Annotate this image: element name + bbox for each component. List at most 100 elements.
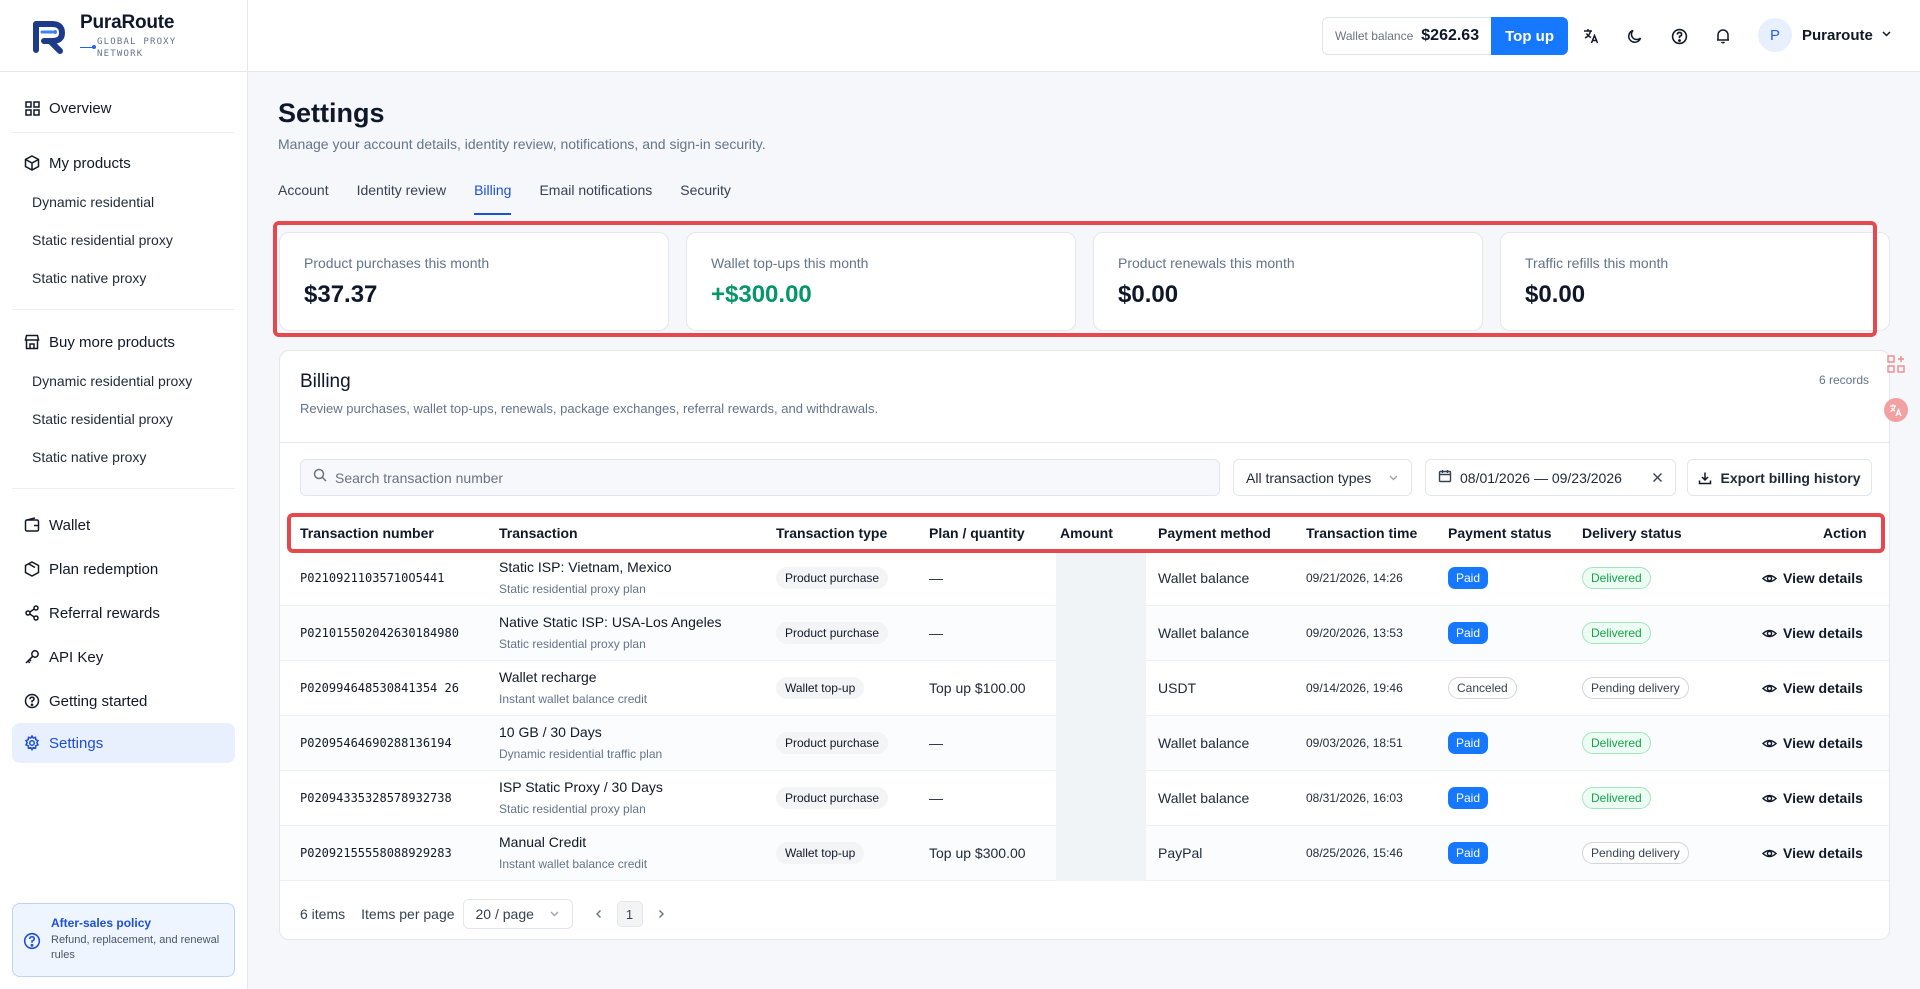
payment-status-badge: Paid — [1448, 622, 1489, 644]
box-icon — [24, 155, 40, 171]
help-circle-icon — [23, 932, 41, 964]
moon-icon[interactable] — [1625, 26, 1645, 46]
transaction-time: 09/14/2026, 19:46 — [1306, 681, 1403, 695]
amount-redacted — [1056, 826, 1146, 881]
apps-icon[interactable] — [1882, 350, 1910, 378]
sidebar-item-referral-rewards[interactable]: Referral rewards — [12, 591, 235, 635]
view-details-button[interactable]: View details — [1762, 680, 1863, 696]
sidebar-item-label: API Key — [49, 648, 104, 666]
page-size-select[interactable]: 20 / page — [462, 899, 573, 929]
transaction-number: P02094335328578932738 — [300, 791, 452, 805]
sidebar-item-static-residential-proxy[interactable]: Static residential proxy — [12, 221, 235, 259]
sidebar-item-label: Getting started — [49, 692, 148, 710]
stat-label: Product purchases this month — [304, 255, 490, 271]
plan-quantity: — — [929, 625, 943, 641]
column-header: Action — [1823, 525, 1867, 541]
wallet-icon — [24, 517, 40, 533]
transaction-time: 09/21/2026, 14:26 — [1306, 571, 1403, 585]
tab-identity-review[interactable]: Identity review — [357, 182, 446, 214]
transaction-time: 08/31/2026, 16:03 — [1306, 791, 1403, 805]
bell-icon[interactable] — [1713, 26, 1733, 46]
tab-billing[interactable]: Billing — [474, 182, 512, 215]
share-icon — [24, 605, 40, 621]
sidebar-item-buy-static-residential-proxy[interactable]: Static residential proxy — [12, 400, 235, 438]
transaction-number: P020994648530841354 26 — [300, 681, 459, 695]
plan-quantity: — — [929, 570, 943, 586]
sidebar-item-static-native-proxy[interactable]: Static native proxy — [12, 259, 235, 297]
user-menu[interactable]: P Puraroute — [1758, 18, 1892, 52]
stat-value: $0.00 — [1118, 281, 1179, 308]
sidebar-item-wallet[interactable]: Wallet — [12, 503, 235, 547]
delivery-status-badge: Delivered — [1582, 732, 1651, 754]
view-details-button[interactable]: View details — [1762, 845, 1863, 861]
page-number[interactable]: 1 — [616, 901, 643, 927]
transaction-subtitle: Instant wallet balance credit — [499, 692, 648, 706]
date-range-picker[interactable]: 08/01/2026 — 09/23/2026 — [1425, 459, 1676, 496]
help-circle-icon[interactable] — [1669, 26, 1689, 46]
after-sales-policy-card[interactable]: After-sales policy Refund, replacement, … — [12, 903, 235, 977]
eye-icon — [1762, 736, 1777, 751]
translate-icon[interactable] — [1581, 26, 1601, 46]
page-size-value: 20 / page — [475, 906, 534, 922]
delivery-status-badge: Pending delivery — [1582, 677, 1689, 699]
column-header: Plan / quantity — [929, 525, 1025, 541]
policy-description: Refund, replacement, and renewal rules — [51, 934, 220, 961]
table-row: P021015502042630184980 Native Static ISP:… — [280, 606, 1889, 661]
eye-icon — [1762, 571, 1777, 586]
sidebar-item-settings[interactable]: Settings — [12, 723, 235, 763]
column-header: Transaction type — [776, 525, 888, 541]
stat-value: $37.37 — [304, 281, 378, 308]
transaction-time: 09/03/2026, 18:51 — [1306, 736, 1403, 750]
chevron-right-icon[interactable] — [649, 902, 673, 926]
divider — [280, 442, 1889, 443]
view-details-button[interactable]: View details — [1762, 625, 1863, 641]
top-up-button[interactable]: Top up — [1491, 17, 1568, 55]
avatar: P — [1758, 18, 1792, 52]
sidebar-item-api-key[interactable]: API Key — [12, 635, 235, 679]
delivery-status-badge: Delivered — [1582, 787, 1651, 809]
view-details-button[interactable]: View details — [1762, 790, 1863, 806]
date-range-value: 08/01/2026 — 09/23/2026 — [1460, 469, 1622, 486]
stat-label: Traffic refills this month — [1525, 255, 1669, 271]
policy-title: After-sales policy — [51, 916, 152, 930]
tab-account[interactable]: Account — [278, 182, 329, 214]
payment-status-badge: Paid — [1448, 842, 1489, 864]
billing-panel: Billing Review purchases, wallet top-ups… — [279, 350, 1890, 940]
payment-status-badge: Paid — [1448, 787, 1489, 809]
calendar-icon — [1438, 469, 1452, 486]
tab-email-notifications[interactable]: Email notifications — [539, 182, 652, 214]
search-input[interactable] — [335, 469, 1195, 486]
eye-icon — [1762, 681, 1777, 696]
view-details-button[interactable]: View details — [1762, 735, 1863, 751]
transaction-subtitle: Instant wallet balance credit — [499, 857, 648, 871]
grid-icon — [24, 100, 40, 116]
view-details-label: View details — [1783, 790, 1863, 806]
sidebar-item-overview[interactable]: Overview — [12, 88, 235, 128]
export-billing-button[interactable]: Export billing history — [1687, 459, 1872, 496]
sidebar-item-buy-more-products[interactable]: Buy more products — [12, 322, 235, 362]
tab-security[interactable]: Security — [680, 182, 731, 214]
sidebar-item-buy-static-native-proxy[interactable]: Static native proxy — [12, 438, 235, 476]
transaction-subtitle: Static residential proxy plan — [499, 637, 646, 651]
transaction-number: P02095464690288136194 — [300, 736, 452, 750]
sidebar-item-dynamic-residential[interactable]: Dynamic residential — [12, 183, 235, 221]
user-name: Puraroute — [1802, 26, 1873, 44]
transaction-type-badge: Wallet top-up — [776, 677, 865, 699]
sidebar: PuraRoute GLOBAL PROXY NETWORK Overview … — [0, 0, 248, 989]
transaction-type-select[interactable]: All transaction types — [1233, 459, 1412, 496]
sidebar-item-my-products[interactable]: My products — [12, 143, 235, 183]
search-box[interactable] — [300, 459, 1220, 496]
close-icon[interactable] — [1652, 470, 1663, 486]
transaction-title: Wallet recharge — [499, 669, 597, 685]
transaction-title: 10 GB / 30 Days — [499, 724, 602, 740]
sidebar-item-label: Referral rewards — [49, 604, 160, 622]
chevron-left-icon[interactable] — [587, 902, 611, 926]
sidebar-item-buy-dynamic-residential-proxy[interactable]: Dynamic residential proxy — [12, 362, 235, 400]
payment-status-badge: Paid — [1448, 567, 1489, 589]
sidebar-item-plan-redemption[interactable]: Plan redemption — [12, 547, 235, 591]
brand[interactable]: PuraRoute GLOBAL PROXY NETWORK — [0, 0, 247, 72]
sidebar-item-getting-started[interactable]: Getting started — [12, 679, 235, 723]
view-details-button[interactable]: View details — [1762, 570, 1863, 586]
page-subtitle: Manage your account details, identity re… — [278, 136, 766, 152]
translate-float-icon[interactable] — [1882, 396, 1910, 424]
